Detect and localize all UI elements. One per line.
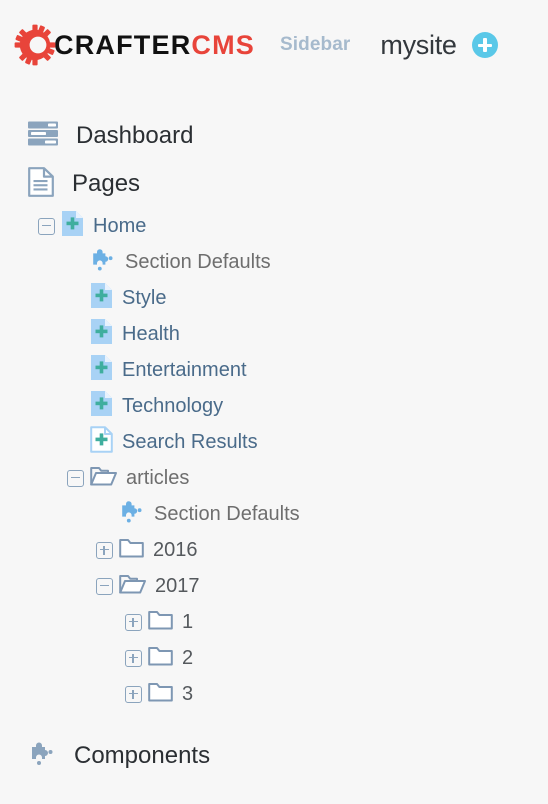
plus-circle-icon[interactable]: [471, 32, 498, 58]
expand-toggle-plus-icon[interactable]: [125, 649, 142, 667]
tree-item-label: 1: [182, 611, 194, 633]
collapse-toggle-minus-icon[interactable]: [38, 217, 55, 235]
tree-item-label: 2016: [153, 539, 198, 561]
tree-item-label: 3: [182, 683, 194, 705]
puzzle-slate-icon: [28, 741, 56, 772]
tree-item-label: Style: [122, 287, 167, 309]
page-plus-filled-icon: [90, 390, 113, 422]
sidebar-item-pages-label: Pages: [72, 170, 141, 197]
tree-item[interactable]: 2017: [0, 568, 548, 604]
tree-item-label: Entertainment: [122, 359, 247, 381]
folder-open-icon: [90, 465, 117, 492]
site-name: mysite: [380, 29, 457, 60]
tree-item[interactable]: articles: [0, 460, 548, 496]
folder-closed-icon: [119, 537, 144, 564]
tree-item[interactable]: 1: [0, 604, 548, 640]
page-plus-outline-icon: [90, 426, 113, 458]
tree-item[interactable]: Style: [0, 280, 548, 316]
sidebar-item-components-label: Components: [74, 742, 211, 769]
tree-item-label: 2017: [155, 575, 200, 597]
tree-item[interactable]: Entertainment: [0, 352, 548, 388]
puzzle-icon: [90, 248, 116, 277]
tree-item-label: Technology: [122, 395, 224, 417]
page-plus-filled-icon: [90, 318, 113, 350]
tree-item[interactable]: Search Results: [0, 424, 548, 460]
tree-item-label: Home: [93, 215, 147, 237]
tree-item-label: Health: [122, 323, 180, 345]
wordmark-cms: CMS: [191, 29, 255, 60]
expand-toggle-plus-icon[interactable]: [96, 541, 113, 559]
dashboard-bars-icon: [28, 121, 58, 151]
tree-item-label: Section Defaults: [125, 251, 271, 273]
tree-item[interactable]: Section Defaults: [0, 244, 548, 280]
folder-closed-icon: [148, 681, 173, 708]
wordmark-crafter: CRAFTER: [54, 29, 192, 60]
crafter-logo[interactable]: CRAFTERCMS: [14, 24, 255, 66]
expand-toggle-plus-icon[interactable]: [125, 613, 142, 631]
sidebar-item-dashboard-label: Dashboard: [76, 122, 194, 149]
sidebar-label: Sidebar: [280, 34, 351, 55]
folder-closed-icon: [148, 645, 173, 672]
folder-closed-icon: [148, 609, 173, 636]
tree-item-label: Section Defaults: [154, 503, 300, 525]
page-plus-filled-icon: [90, 282, 113, 314]
app-header: CRAFTERCMS Sidebar mysite: [0, 0, 548, 90]
tree-item[interactable]: Section Defaults: [0, 496, 548, 532]
sidebar-item-dashboard[interactable]: Dashboard: [0, 112, 548, 160]
tree-item[interactable]: Technology: [0, 388, 548, 424]
page-lines-icon: [28, 166, 54, 202]
expand-toggle-plus-icon[interactable]: [125, 685, 142, 703]
page-plus-filled-icon: [61, 210, 84, 242]
tree-item[interactable]: 2: [0, 640, 548, 676]
crafter-gear-icon: [14, 24, 56, 66]
tree-item[interactable]: Health: [0, 316, 548, 352]
tree-item[interactable]: 3: [0, 676, 548, 712]
sidebar-tree: Dashboard Pages Home Section Defaults St…: [0, 90, 548, 780]
tree-item-label: Search Results: [122, 431, 258, 453]
sidebar-item-pages[interactable]: Pages: [0, 160, 548, 208]
tree-item-label: articles: [126, 467, 190, 489]
collapse-toggle-minus-icon[interactable]: [96, 577, 113, 595]
tree-item-label: 2: [182, 647, 194, 669]
tree-item[interactable]: Home: [0, 208, 548, 244]
sidebar-item-components[interactable]: Components: [0, 732, 548, 780]
tree-item[interactable]: 2016: [0, 532, 548, 568]
collapse-toggle-minus-icon[interactable]: [67, 469, 84, 487]
folder-open-icon: [119, 573, 146, 600]
page-plus-filled-icon: [90, 354, 113, 386]
puzzle-icon: [119, 500, 145, 529]
